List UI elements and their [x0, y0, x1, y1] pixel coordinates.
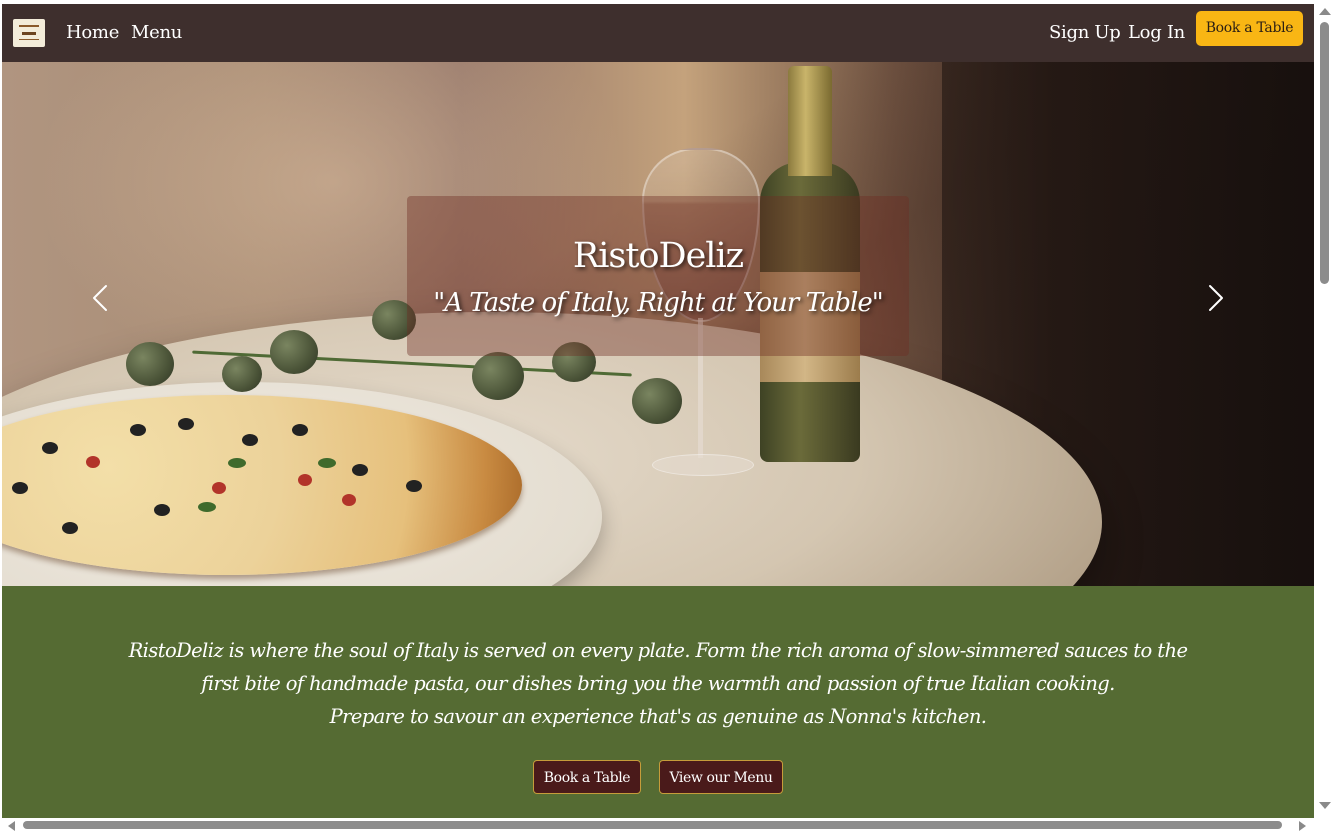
intro-section: RistoDeliz is where the soul of Italy is… [2, 586, 1314, 818]
pizza-topping [242, 434, 258, 446]
nav-menu-link[interactable]: Menu [131, 21, 182, 45]
browser-viewport: Home Menu Sign Up Log In Book a Table Ri… [0, 0, 1333, 832]
pizza-topping [406, 480, 422, 492]
nav-book-table-button[interactable]: Book a Table [1196, 11, 1303, 46]
olive [126, 342, 174, 386]
chevron-right-icon[interactable] [1200, 280, 1230, 316]
scrollbar-corner [1316, 818, 1333, 832]
pizza-topping [318, 458, 336, 468]
pizza-topping [212, 482, 226, 494]
page: Home Menu Sign Up Log In Book a Table Ri… [2, 4, 1314, 818]
olive [222, 356, 262, 392]
wine-glass-foot [652, 454, 754, 476]
pizza-topping [228, 458, 246, 468]
logo-decoration [19, 25, 39, 27]
intro-description: RistoDeliz is where the soul of Italy is… [102, 634, 1214, 733]
nav-log-in-link[interactable]: Log In [1128, 21, 1185, 45]
intro-text-line: RistoDeliz is where the soul of Italy is… [128, 639, 1188, 662]
restaurant-logo-icon[interactable] [13, 19, 45, 47]
pizza-topping [42, 442, 58, 454]
scroll-left-icon[interactable] [8, 821, 15, 831]
hero-title: RistoDeliz [572, 236, 744, 276]
pizza-topping [12, 482, 28, 494]
nav-home-link[interactable]: Home [66, 21, 119, 45]
horizontal-scrollbar[interactable] [0, 818, 1316, 832]
nav-sign-up-link[interactable]: Sign Up [1049, 21, 1121, 45]
wine-bottle-neck [788, 66, 832, 176]
navbar: Home Menu Sign Up Log In Book a Table [2, 4, 1314, 62]
olive [632, 378, 682, 424]
logo-decoration [19, 39, 39, 40]
intro-text-line: Prepare to savour an experience that's a… [329, 705, 987, 728]
pizza-topping [342, 494, 356, 506]
scrollbar-thumb[interactable] [1320, 22, 1329, 284]
view-menu-button[interactable]: View our Menu [659, 760, 783, 794]
intro-text-line: first bite of handmade pasta, our dishes… [201, 672, 1115, 695]
scroll-right-icon[interactable] [1299, 821, 1306, 831]
pizza-topping [352, 464, 368, 476]
vertical-scrollbar[interactable] [1316, 0, 1333, 818]
hero-tagline: "A Taste of Italy, Right at Your Table" [433, 288, 883, 318]
olive [270, 330, 318, 374]
hero-carousel: RistoDeliz "A Taste of Italy, Right at Y… [2, 62, 1314, 586]
olive [472, 352, 524, 400]
logo-decoration [22, 32, 36, 35]
scrollbar-thumb[interactable] [23, 821, 1282, 829]
scroll-down-icon[interactable] [1319, 802, 1331, 809]
pizza-topping [154, 504, 170, 516]
pizza-topping [86, 456, 100, 468]
chevron-left-icon[interactable] [86, 280, 116, 316]
pizza-topping [62, 522, 78, 534]
scroll-up-icon[interactable] [1319, 8, 1331, 15]
pizza-topping [298, 474, 312, 486]
book-table-button[interactable]: Book a Table [533, 760, 641, 794]
pizza-topping [198, 502, 216, 512]
